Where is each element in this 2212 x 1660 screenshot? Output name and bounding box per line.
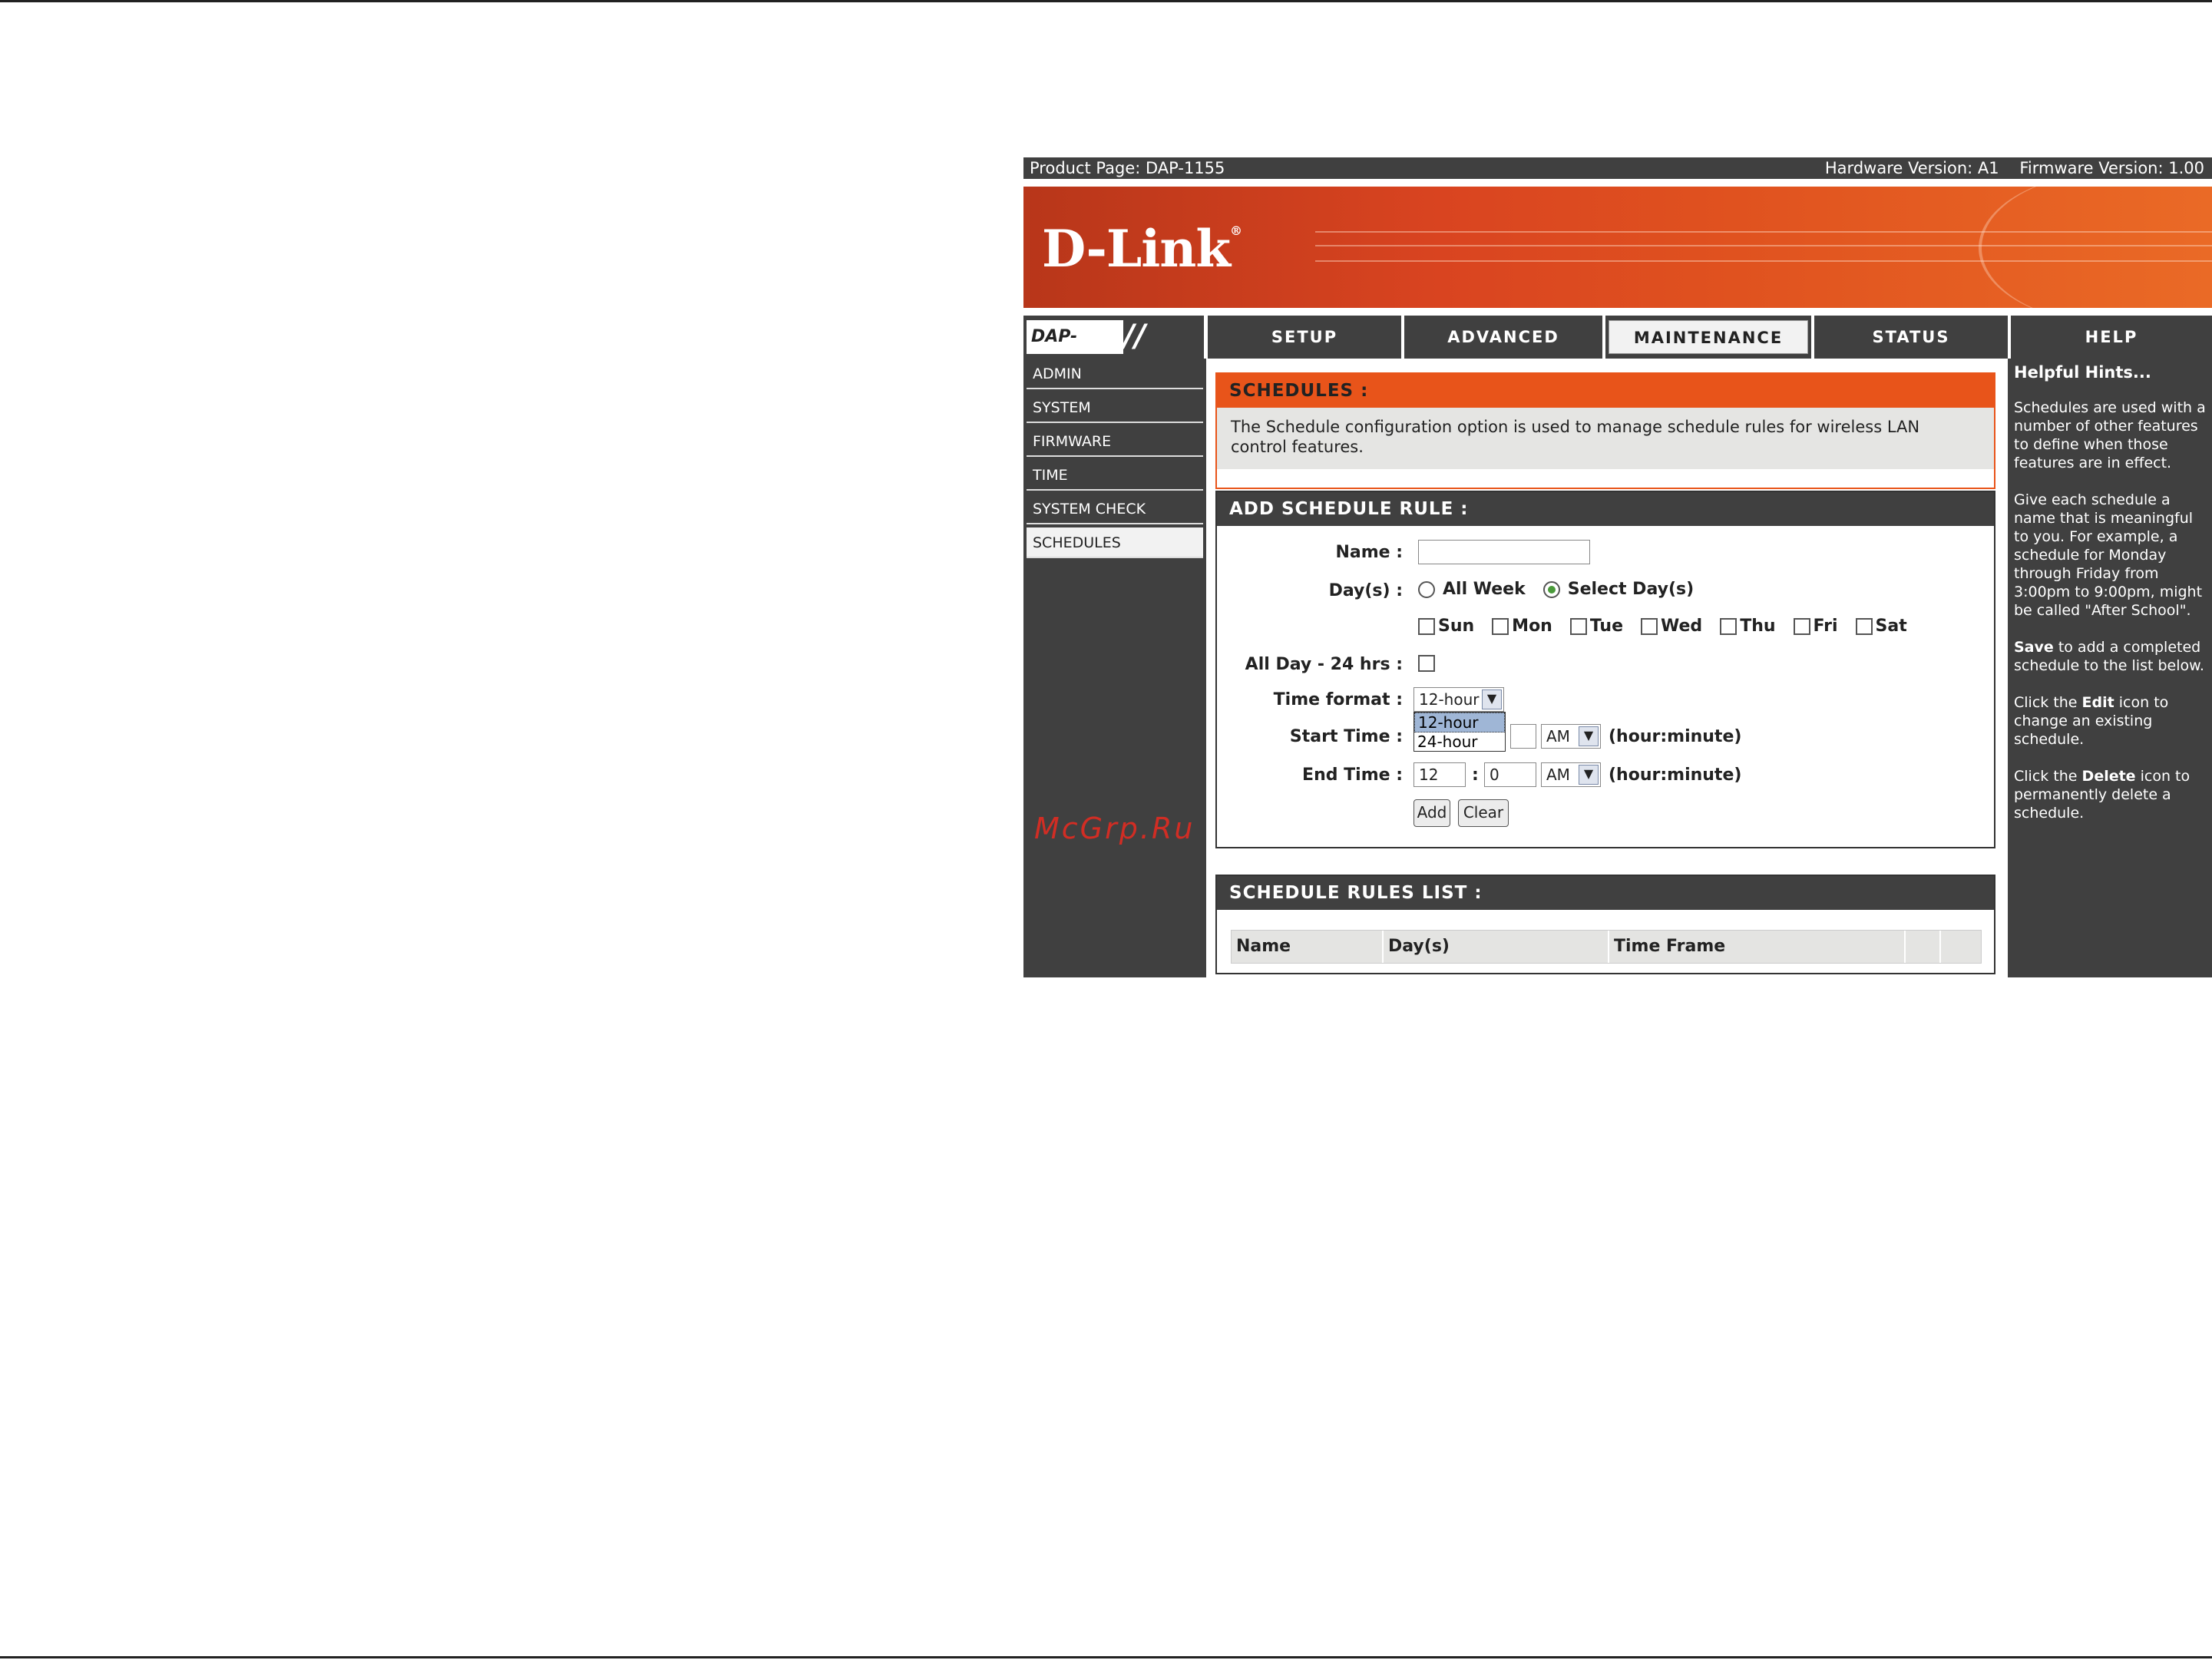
time-format-dropdown: 12-hour 24-hour xyxy=(1413,712,1506,752)
sidebar-item-system[interactable]: SYSTEM xyxy=(1027,392,1203,423)
end-colon: : xyxy=(1472,766,1479,785)
column-delete xyxy=(1941,931,1976,963)
select-days-label: Select Day(s) xyxy=(1567,580,1695,599)
all-day-checkbox[interactable] xyxy=(1418,655,1435,672)
tab-maintenance-label: MAINTENANCE xyxy=(1609,320,1808,354)
rules-list-title: SCHEDULE RULES LIST : xyxy=(1217,876,1994,910)
schedules-title: SCHEDULES : xyxy=(1217,374,1994,408)
day-checkbox-sat[interactable] xyxy=(1855,618,1873,635)
all-day-wrap xyxy=(1418,653,1438,673)
start-ampm-value: AM xyxy=(1546,727,1570,746)
day-checkbox-mon[interactable] xyxy=(1492,618,1509,635)
tab-advanced[interactable]: ADVANCED xyxy=(1404,316,1602,359)
start-ampm-select[interactable]: AM ▼ xyxy=(1541,724,1601,749)
start-unit-label: (hour:minute) xyxy=(1609,727,1742,746)
main-nav: DAP-1155 // SETUP ADVANCED MAINTENANCE S… xyxy=(1023,316,2212,380)
tab-help[interactable]: HELP xyxy=(2011,316,2212,359)
helpful-hints-panel: Helpful Hints... Schedules are used with… xyxy=(2008,359,2212,977)
end-ampm-value: AM xyxy=(1546,766,1570,784)
schedule-rules-list-section: SCHEDULE RULES LIST : Name Day(s) Time F… xyxy=(1215,875,1995,974)
add-schedule-rule-section: ADD SCHEDULE RULE : Name : Day(s) : All … xyxy=(1215,491,1995,848)
day-label-sat: Sat xyxy=(1875,617,1907,636)
hint-paragraph: Click the Delete icon to permanently del… xyxy=(2014,768,2191,822)
end-minute-input[interactable]: 0 xyxy=(1484,762,1536,787)
model-slashes-icon: // xyxy=(1123,319,1146,354)
chevron-down-icon: ▼ xyxy=(1579,726,1599,746)
product-page-label: Product Page: DAP-1155 xyxy=(1030,159,1225,177)
model-name: DAP-1155 xyxy=(1027,320,1123,380)
router-admin-screenshot: Product Page: DAP-1155 Hardware Version:… xyxy=(1023,157,2212,977)
day-label-mon: Mon xyxy=(1512,617,1552,636)
column-days: Day(s) xyxy=(1384,931,1609,963)
day-label-tue: Tue xyxy=(1589,617,1624,636)
day-label-wed: Wed xyxy=(1661,617,1703,636)
version-info: Hardware Version: A1 Firmware Version: 1… xyxy=(1810,157,2204,179)
day-checkbox-wed[interactable] xyxy=(1641,618,1658,635)
day-label-thu: Thu xyxy=(1740,617,1776,636)
header-banner: D-Link® xyxy=(1023,187,2212,308)
time-format-value: 12-hour xyxy=(1419,690,1480,709)
rules-table-header: Name Day(s) Time Frame xyxy=(1231,930,1982,964)
time-format-select[interactable]: 12-hour ▼ xyxy=(1413,687,1504,712)
day-label-sun: Sun xyxy=(1438,617,1475,636)
hint-paragraph: Give each schedule a name that is meanin… xyxy=(2014,491,2203,619)
end-time-label: End Time : xyxy=(1302,766,1403,785)
start-time-label: Start Time : xyxy=(1289,727,1403,746)
left-sidebar: ADMIN SYSTEM FIRMWARE TIME SYSTEM CHECK … xyxy=(1023,359,1206,977)
chevron-down-icon: ▼ xyxy=(1579,765,1599,785)
end-hour-input[interactable]: 12 xyxy=(1413,762,1466,787)
time-format-label: Time format : xyxy=(1273,690,1403,709)
sidebar-item-schedules[interactable]: SCHEDULES xyxy=(1027,527,1203,558)
day-checkbox-thu[interactable] xyxy=(1720,618,1738,635)
chevron-down-icon: ▼ xyxy=(1482,689,1502,709)
model-badge: DAP-1155 // xyxy=(1023,316,1204,380)
name-input[interactable] xyxy=(1418,540,1590,564)
schedules-intro-section: SCHEDULES : The Schedule configuration o… xyxy=(1215,372,1995,489)
day-checkbox-sun[interactable] xyxy=(1418,618,1435,635)
hint-paragraph: Schedules are used with a number of othe… xyxy=(2014,399,2206,471)
time-format-option-12[interactable]: 12-hour xyxy=(1414,713,1505,732)
sidebar-item-firmware[interactable]: FIRMWARE xyxy=(1027,426,1203,457)
top-rule xyxy=(0,0,2212,2)
days-mode-group: All Week Select Day(s) xyxy=(1418,580,1706,599)
day-checkbox-fri[interactable] xyxy=(1793,618,1810,635)
sidebar-item-time[interactable]: TIME xyxy=(1027,460,1203,491)
top-info-bar: Product Page: DAP-1155 Hardware Version:… xyxy=(1023,157,2212,179)
column-edit xyxy=(1906,931,1941,963)
banner-swoosh xyxy=(1979,187,2212,308)
hint-paragraph: Click the Edit icon to change an existin… xyxy=(2014,694,2169,748)
sidebar-item-system-check[interactable]: SYSTEM CHECK xyxy=(1027,494,1203,524)
schedules-description: The Schedule configuration option is use… xyxy=(1217,408,1994,469)
start-minute-input[interactable] xyxy=(1510,724,1536,749)
add-rule-title: ADD SCHEDULE RULE : xyxy=(1217,492,1994,526)
day-checkbox-tue[interactable] xyxy=(1569,618,1587,635)
select-days-radio[interactable] xyxy=(1542,581,1560,598)
column-name: Name xyxy=(1232,931,1384,963)
name-label: Name : xyxy=(1335,543,1403,562)
hint-paragraph: Save to add a completed schedule to the … xyxy=(2014,639,2204,674)
all-week-radio[interactable] xyxy=(1418,581,1435,598)
watermark-text: McGrp.Ru xyxy=(1034,812,1195,845)
all-day-label: All Day - 24 hrs : xyxy=(1245,655,1403,674)
days-checkbox-group: Sun Mon Tue Wed Thu Fri Sat xyxy=(1418,617,1919,636)
tab-status[interactable]: STATUS xyxy=(1814,316,2008,359)
firmware-version: Firmware Version: 1.00 xyxy=(2019,159,2204,177)
tab-maintenance[interactable]: MAINTENANCE xyxy=(1605,316,1811,359)
hardware-version: Hardware Version: A1 xyxy=(1824,159,1999,177)
day-label-fri: Fri xyxy=(1813,617,1838,636)
column-time-frame: Time Frame xyxy=(1609,931,1906,963)
sidebar-item-admin[interactable]: ADMIN xyxy=(1027,359,1203,389)
clear-button[interactable]: Clear xyxy=(1458,799,1509,827)
dlink-logo: D-Link® xyxy=(1042,219,1242,279)
end-unit-label: (hour:minute) xyxy=(1609,766,1742,785)
end-ampm-select[interactable]: AM ▼ xyxy=(1541,762,1601,787)
time-format-option-24[interactable]: 24-hour xyxy=(1414,732,1505,751)
hints-title: Helpful Hints... xyxy=(2014,363,2151,382)
add-button[interactable]: Add xyxy=(1413,799,1450,827)
all-week-label: All Week xyxy=(1443,580,1526,599)
days-label: Day(s) : xyxy=(1328,581,1403,600)
tab-setup[interactable]: SETUP xyxy=(1208,316,1401,359)
bottom-rule xyxy=(0,1656,2212,1658)
